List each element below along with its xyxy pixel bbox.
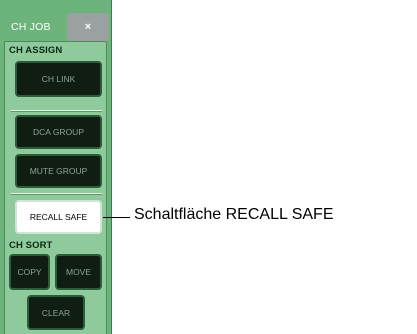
- divider: [11, 110, 102, 112]
- close-button[interactable]: ×: [67, 13, 109, 41]
- clear-button[interactable]: CLEAR: [27, 295, 85, 330]
- ch-sort-label: CH SORT: [9, 240, 53, 251]
- ch-link-button[interactable]: CH LINK: [15, 61, 102, 97]
- callout-label: Schaltfläche RECALL SAFE: [134, 206, 334, 223]
- ch-assign-label: CH ASSIGN: [9, 45, 63, 56]
- panel-title: CH JOB: [11, 21, 51, 33]
- copy-button[interactable]: COPY: [9, 254, 50, 290]
- dca-group-button[interactable]: DCA GROUP: [15, 115, 102, 149]
- move-button[interactable]: MOVE: [55, 254, 102, 290]
- callout-line: [103, 217, 130, 218]
- mute-group-button[interactable]: MUTE GROUP: [15, 154, 102, 188]
- ch-job-panel: CH JOB × CH ASSIGN CH LINK DCA GROUP MUT…: [0, 0, 112, 334]
- panel-body: CH ASSIGN CH LINK DCA GROUP MUTE GROUP R…: [4, 41, 107, 334]
- recall-safe-button[interactable]: RECALL SAFE: [15, 200, 102, 234]
- divider: [11, 193, 102, 195]
